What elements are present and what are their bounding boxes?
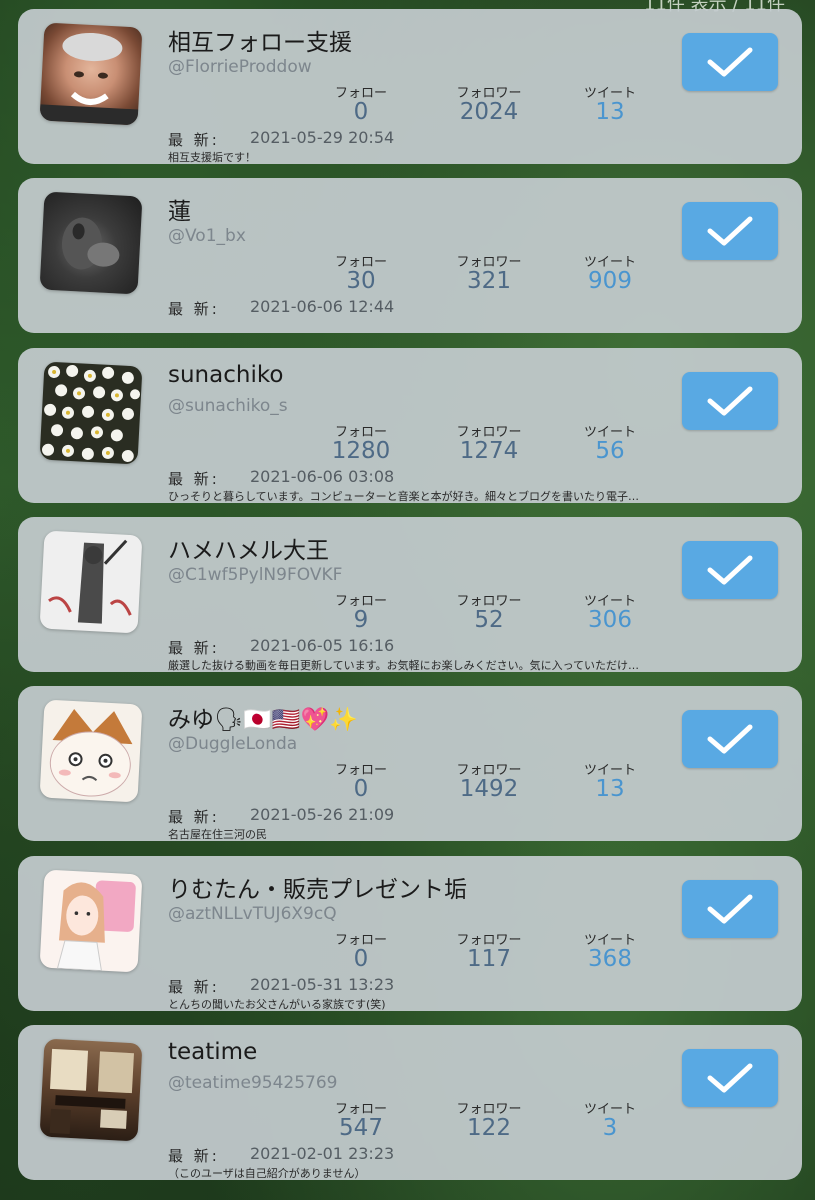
followers-count: 122 (467, 1115, 511, 1141)
checkmark-icon (707, 216, 753, 246)
checkmark-icon (707, 386, 753, 416)
follow-count: 0 (353, 99, 369, 125)
avatar (39, 1038, 143, 1142)
latest-label: 最 新: (168, 808, 220, 826)
account-bio: とんちの聞いたお父さんがいる家族です(笑) (168, 998, 386, 1011)
latest-date: 2021-05-26 21:09 (250, 805, 395, 824)
account-card[interactable]: りむたん・販売プレゼント垢 @aztNLLvTUJ6X9cQ フォロー フォロワ… (18, 856, 802, 1011)
follow-count: 9 (353, 607, 369, 633)
tweets-count: 13 (595, 99, 625, 125)
latest-label: 最 新: (168, 300, 220, 318)
followers-count: 1492 (459, 776, 519, 802)
account-name: sunachiko (168, 362, 284, 388)
checkmark-icon (707, 1063, 753, 1093)
select-button[interactable] (682, 1049, 778, 1107)
avatar (39, 869, 143, 973)
checkmark-icon (707, 894, 753, 924)
latest-label: 最 新: (168, 1147, 220, 1165)
account-bio: 厳選した抜ける動画を毎日更新しています。お気軽にお楽しみください。気に入っていた… (168, 659, 640, 672)
followers-count: 321 (467, 268, 511, 294)
account-bio: ひっそりと暮らしています。コンピューターと音楽と本が好き。細々とブログを書いたり… (168, 490, 640, 503)
select-button[interactable] (682, 202, 778, 260)
latest-date: 2021-02-01 23:23 (250, 1144, 395, 1163)
account-name: 蓮 (168, 199, 191, 225)
followers-count: 52 (474, 607, 504, 633)
avatar (39, 361, 143, 465)
latest-label: 最 新: (168, 639, 220, 657)
select-button[interactable] (682, 880, 778, 938)
account-card[interactable]: teatime @teatime95425769 フォロー フォロワー ツイート… (18, 1025, 802, 1180)
follow-count: 547 (339, 1115, 383, 1141)
account-card[interactable]: 蓮 @Vo1_bx フォロー フォロワー ツイート 30 321 909 最 新… (18, 178, 802, 333)
account-handle: @DuggleLonda (168, 734, 298, 754)
tweets-count: 13 (595, 776, 625, 802)
account-handle: @FlorrieProddow (168, 57, 312, 77)
latest-date: 2021-05-29 20:54 (250, 128, 395, 147)
account-handle: @teatime95425769 (168, 1073, 338, 1093)
latest-date: 2021-06-06 12:44 (250, 297, 395, 316)
latest-date: 2021-06-05 16:16 (250, 636, 395, 655)
avatar (39, 191, 143, 295)
latest-label: 最 新: (168, 978, 220, 996)
latest-date: 2021-06-06 03:08 (250, 467, 395, 486)
account-card[interactable]: みゆ🗣🇯🇵🇺🇸💖✨ @DuggleLonda フォロー フォロワー ツイート 0… (18, 686, 802, 841)
account-handle: @Vo1_bx (168, 226, 246, 246)
avatar (39, 22, 143, 126)
account-name: teatime (168, 1039, 258, 1065)
account-name: りむたん・販売プレゼント垢 (168, 877, 467, 903)
avatar (39, 530, 143, 634)
followers-count: 117 (467, 946, 511, 972)
checkmark-icon (707, 555, 753, 585)
follow-count: 1280 (331, 438, 391, 464)
tweets-count: 368 (588, 946, 632, 972)
account-card[interactable]: ハメハメル大王 @C1wf5PylN9FOVKF フォロー フォロワー ツイート… (18, 517, 802, 672)
tweets-count: 3 (602, 1115, 618, 1141)
latest-date: 2021-05-31 13:23 (250, 975, 395, 994)
followers-count: 2024 (459, 99, 519, 125)
latest-label: 最 新: (168, 131, 220, 149)
follow-count: 0 (353, 776, 369, 802)
select-button[interactable] (682, 33, 778, 91)
account-card[interactable]: sunachiko @sunachiko_s フォロー フォロワー ツイート 1… (18, 348, 802, 503)
account-handle: @aztNLLvTUJ6X9cQ (168, 904, 337, 924)
account-name: 相互フォロー支援 (168, 30, 352, 56)
followers-count: 1274 (459, 438, 519, 464)
account-bio: 相互支援垢です！ (168, 151, 256, 164)
account-handle: @sunachiko_s (168, 396, 288, 416)
select-button[interactable] (682, 541, 778, 599)
account-bio: （このユーザは自己紹介がありません） (168, 1167, 366, 1180)
account-name: ハメハメル大王 (168, 538, 329, 564)
account-handle: @C1wf5PylN9FOVKF (168, 565, 343, 585)
follow-count: 0 (353, 946, 369, 972)
select-button[interactable] (682, 710, 778, 768)
tweets-count: 909 (588, 268, 632, 294)
account-bio: 名古屋在住三河の民 (168, 828, 267, 841)
tweets-count: 56 (595, 438, 625, 464)
latest-label: 最 新: (168, 470, 220, 488)
checkmark-icon (707, 724, 753, 754)
checkmark-icon (707, 47, 753, 77)
avatar (39, 699, 143, 803)
account-card[interactable]: 相互フォロー支援 @FlorrieProddow フォロー フォロワー ツイート… (18, 9, 802, 164)
tweets-count: 306 (588, 607, 632, 633)
account-name: みゆ🗣🇯🇵🇺🇸💖✨ (168, 707, 358, 733)
follow-count: 30 (346, 268, 376, 294)
select-button[interactable] (682, 372, 778, 430)
